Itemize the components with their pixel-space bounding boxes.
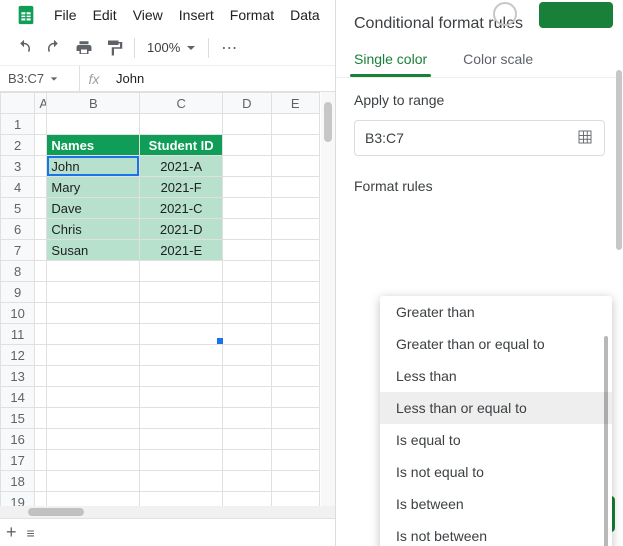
paint-format-icon[interactable]	[100, 34, 128, 62]
zoom-select[interactable]: 100%	[141, 40, 202, 55]
apply-range-value: B3:C7	[365, 130, 404, 146]
dd-is-between[interactable]: Is between	[380, 488, 612, 520]
fx-icon: fx	[80, 66, 108, 91]
cell[interactable]: Student ID	[140, 135, 223, 156]
dd-is-equal[interactable]: Is equal to	[380, 424, 612, 456]
toolbar-sep	[134, 38, 135, 58]
cell[interactable]: John	[47, 156, 140, 177]
row-header[interactable]: 5	[1, 198, 35, 219]
menu-file[interactable]: File	[46, 3, 85, 27]
name-box[interactable]: B3:C7	[0, 66, 80, 91]
toolbar-sep	[208, 38, 209, 58]
col-header-a[interactable]: A	[35, 93, 47, 114]
row-header[interactable]: 14	[1, 387, 35, 408]
cell[interactable]: Chris	[47, 219, 140, 240]
cell[interactable]: 2021-F	[140, 177, 223, 198]
dropdown-scrollbar[interactable]	[604, 336, 608, 546]
cell[interactable]: 2021-D	[140, 219, 223, 240]
more-toolbar-icon[interactable]: ⋯	[215, 34, 243, 62]
row-header[interactable]: 18	[1, 471, 35, 492]
zoom-value: 100%	[147, 40, 180, 55]
menu-edit[interactable]: Edit	[85, 3, 125, 27]
condition-dropdown[interactable]: Greater than Greater than or equal to Le…	[380, 296, 612, 546]
row-header[interactable]: 13	[1, 366, 35, 387]
menu-insert[interactable]: Insert	[171, 3, 222, 27]
selection-handle[interactable]	[217, 338, 223, 344]
col-header-c[interactable]: C	[140, 93, 223, 114]
menu-format[interactable]: Format	[222, 3, 282, 27]
col-header-b[interactable]: B	[47, 93, 140, 114]
add-sheet-icon[interactable]: +	[6, 522, 17, 543]
formula-value: John	[116, 71, 144, 86]
cell[interactable]: Dave	[47, 198, 140, 219]
select-range-icon[interactable]	[576, 128, 594, 149]
all-sheets-icon[interactable]: ≡	[27, 525, 35, 541]
page-scrollbar[interactable]	[615, 30, 623, 546]
sheets-logo-icon	[12, 1, 40, 29]
row-header[interactable]: 3	[1, 156, 35, 177]
dd-less-equal[interactable]: Less than or equal to	[380, 392, 612, 424]
tab-single-color[interactable]: Single color	[354, 51, 427, 77]
cell[interactable]: 2021-E	[140, 240, 223, 261]
undo-icon[interactable]	[10, 34, 38, 62]
tab-color-scale[interactable]: Color scale	[463, 51, 533, 77]
row-header[interactable]: 2	[1, 135, 35, 156]
dd-less-than[interactable]: Less than	[380, 360, 612, 392]
row-header[interactable]: 15	[1, 408, 35, 429]
row-header[interactable]: 10	[1, 303, 35, 324]
menu-data[interactable]: Data	[282, 3, 328, 27]
format-rules-label: Format rules	[354, 178, 605, 194]
dd-greater-equal[interactable]: Greater than or equal to	[380, 328, 612, 360]
avatar[interactable]	[493, 2, 517, 26]
corner-cell[interactable]	[1, 93, 35, 114]
row-header[interactable]: 1	[1, 114, 35, 135]
col-header-e[interactable]: E	[271, 93, 320, 114]
row-header[interactable]: 12	[1, 345, 35, 366]
panel-tabs: Single color Color scale	[336, 47, 623, 77]
cell[interactable]: 2021-A	[140, 156, 223, 177]
row-header[interactable]: 6	[1, 219, 35, 240]
cell[interactable]: Susan	[47, 240, 140, 261]
print-icon[interactable]	[70, 34, 98, 62]
name-box-value: B3:C7	[8, 71, 44, 86]
apply-range-input[interactable]: B3:C7	[354, 120, 605, 156]
row-header[interactable]: 16	[1, 429, 35, 450]
redo-icon[interactable]	[40, 34, 68, 62]
row-header[interactable]: 7	[1, 240, 35, 261]
cell[interactable]: 2021-C	[140, 198, 223, 219]
menu-view[interactable]: View	[125, 3, 171, 27]
cell[interactable]: Names	[47, 135, 140, 156]
conditional-format-panel: Conditional format rules Single color Co…	[335, 0, 623, 546]
spreadsheet-grid[interactable]: A B C D E 1 2 Names Student ID 3 John 20…	[0, 92, 335, 546]
row-header[interactable]: 9	[1, 282, 35, 303]
col-header-d[interactable]: D	[223, 93, 271, 114]
dd-is-not-between[interactable]: Is not between	[380, 520, 612, 546]
row-header[interactable]: 4	[1, 177, 35, 198]
row-header[interactable]: 17	[1, 450, 35, 471]
share-button[interactable]	[539, 2, 613, 28]
grid-vertical-scrollbar[interactable]	[321, 92, 335, 506]
apply-to-range-label: Apply to range	[354, 92, 605, 108]
dd-greater-than[interactable]: Greater than	[380, 296, 612, 328]
grid-horizontal-scrollbar[interactable]	[0, 506, 335, 518]
cell[interactable]: Mary	[47, 177, 140, 198]
dd-is-not-equal[interactable]: Is not equal to	[380, 456, 612, 488]
row-header[interactable]: 11	[1, 324, 35, 345]
row-header[interactable]: 8	[1, 261, 35, 282]
